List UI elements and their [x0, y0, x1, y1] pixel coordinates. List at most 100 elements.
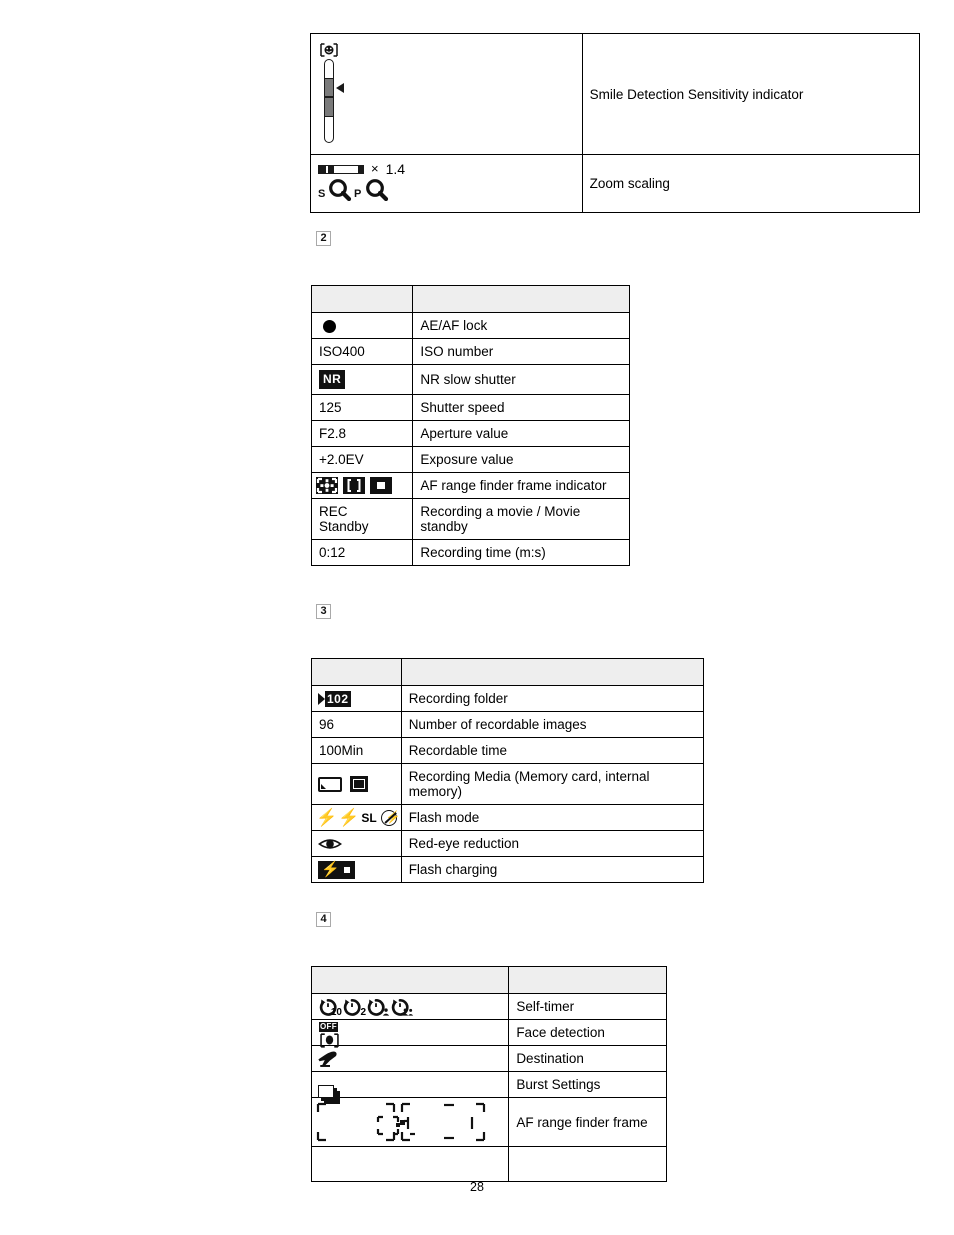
- slow-sync-label: SL: [361, 810, 377, 825]
- smart-precision-zoom-icons: S P: [318, 179, 389, 202]
- row-label: Recording time (m:s): [420, 545, 546, 560]
- table-row: 102 Recording folder: [311, 685, 705, 712]
- cell-label: Recording time (m:s): [412, 539, 630, 566]
- multiply-symbol: ×: [371, 161, 379, 177]
- ae-af-lock-dot-icon: [323, 319, 336, 333]
- table-row: × 1.4 S P Zoom scaling: [310, 154, 921, 213]
- row-label: Flash charging: [408, 862, 498, 877]
- cell-label: Recording folder: [400, 685, 705, 712]
- row-label: Face detection: [516, 1025, 605, 1040]
- flash-bolt-icon: ⚡: [321, 860, 340, 878]
- smile-detection-sensitivity-gauge-icon: [318, 43, 362, 145]
- table-row: +2.0EV Exposure value: [310, 446, 630, 473]
- row-label: Recording Media (Memory card, internal m…: [408, 769, 650, 799]
- internal-memory-icon: [350, 776, 368, 792]
- cell-icon: ⚡: [311, 856, 402, 883]
- cell-icon: [310, 1071, 510, 1104]
- table-row: ISO400 ISO number: [310, 338, 630, 365]
- self-timer-portrait-2-icon: [390, 997, 414, 1017]
- row-label: AF range finder frame indicator: [420, 478, 607, 493]
- table-row: [310, 1146, 667, 1182]
- table-row: 125 Shutter speed: [310, 394, 630, 421]
- row-label: Red-eye reduction: [408, 836, 520, 851]
- row-label: AE/AF lock: [420, 318, 488, 333]
- cell-label: Red-eye reduction: [400, 830, 705, 857]
- charging-indicator-dot: [343, 866, 350, 873]
- cell-icon: [310, 312, 414, 339]
- cell-icon: NR: [310, 364, 414, 395]
- cell-icon: [311, 830, 402, 857]
- cell-symbol: ISO400: [310, 338, 414, 365]
- table-section-2: AE/AF lock ISO400 ISO number NR NR slow …: [310, 285, 630, 566]
- self-timer-icons: 10 2: [318, 997, 502, 1017]
- table-header-row: [310, 966, 667, 994]
- flash-off-icon: ⚡: [380, 809, 401, 826]
- row-label: Recording a movie / Movie standby: [420, 504, 581, 534]
- af-range-finder-frame-icon: [316, 1101, 488, 1143]
- self-timer-2s-icon: 2: [342, 997, 366, 1017]
- row-label: Destination: [516, 1051, 584, 1066]
- row-label: ISO number: [420, 344, 494, 359]
- recording-folder-icon: 102: [318, 690, 395, 707]
- cell-label: [508, 1146, 667, 1182]
- table-row: AF range finder frame: [310, 1097, 667, 1147]
- cell-label: Aperture value: [412, 420, 630, 447]
- zoom-slider-icon: [318, 164, 364, 174]
- zoom-multiplier-value: 1.4: [385, 160, 406, 177]
- row-label: Burst Settings: [516, 1077, 601, 1092]
- person-glyph-icon: [382, 1007, 390, 1016]
- flash-mode-icons: ⚡ ⚡ SL ⚡: [316, 809, 401, 826]
- zoom-scaling-icon: × 1.4 S P: [318, 161, 575, 204]
- row-label: Recording folder: [408, 691, 508, 706]
- cell-symbol: F2.8: [310, 420, 414, 447]
- row-label: Flash mode: [408, 810, 480, 825]
- row-label: Exposure value: [420, 452, 514, 467]
- cell-label: ISO number: [412, 338, 630, 365]
- row-label: Number of recordable images: [408, 717, 587, 732]
- table-row: Burst Settings: [310, 1071, 667, 1104]
- cell-label: Flash mode: [400, 804, 705, 831]
- cell-symbol: REC Standby: [310, 498, 414, 540]
- cell-symbol: 96: [311, 711, 402, 738]
- cell-icon: ⚡ ⚡ SL ⚡: [311, 804, 402, 831]
- table-row: ⚡ Flash charging: [311, 856, 705, 883]
- section-badge-2: 2: [316, 231, 331, 246]
- cell-icon: [310, 33, 583, 155]
- cell-label: AF range finder frame: [508, 1097, 667, 1147]
- row-label: Shutter speed: [420, 400, 505, 415]
- table-row: Recording Media (Memory card, internal m…: [311, 763, 705, 805]
- page-number: 28: [470, 1180, 484, 1194]
- destination-airplane-icon: [318, 1050, 342, 1068]
- cell-label: Destination: [508, 1045, 667, 1072]
- self-timer-10s-icon: 10: [318, 997, 342, 1018]
- header-cell-symbol: [311, 658, 402, 686]
- sensitivity-marker-icon: [336, 83, 344, 93]
- header-cell-description: [508, 966, 667, 994]
- cell-label: Number of recordable images: [400, 711, 705, 738]
- table-smile-zoom: Smile Detection Sensitivity indicator × …: [310, 33, 921, 213]
- self-timer-10s-label: 10: [330, 1006, 342, 1018]
- cell-label: Burst Settings: [508, 1071, 667, 1098]
- cell-symbol: 100Min: [311, 737, 402, 764]
- table-row: 100Min Recordable time: [311, 737, 705, 764]
- svg-text:S: S: [318, 188, 325, 200]
- svg-text:P: P: [354, 188, 361, 200]
- af-multi-point-icon: [316, 477, 338, 494]
- cell-label: AE/AF lock: [412, 312, 630, 339]
- two-persons-glyph-icon: [402, 1007, 414, 1016]
- row-label: AF range finder frame: [516, 1114, 648, 1130]
- table-section-4: 10 2 Self-timer OFF Face detection Desti…: [310, 966, 667, 1182]
- cell-label: Zoom scaling: [581, 154, 921, 213]
- section-badge-3: 3: [316, 604, 331, 619]
- table-row: AE/AF lock: [310, 312, 630, 339]
- table-row: ⚡ ⚡ SL ⚡ Flash mode: [311, 804, 705, 831]
- cell-icon: × 1.4 S P: [310, 154, 583, 213]
- table-row: Red-eye reduction: [311, 830, 705, 857]
- af-center-bracket-icon: [343, 477, 365, 494]
- red-eye-reduction-icon: [317, 836, 343, 852]
- table-header-row: [311, 658, 705, 686]
- row-label: Zoom scaling: [589, 176, 670, 191]
- table-row: OFF Face detection: [310, 1019, 667, 1048]
- table-row: AF range finder frame indicator: [310, 472, 630, 499]
- table-row: F2.8 Aperture value: [310, 420, 630, 447]
